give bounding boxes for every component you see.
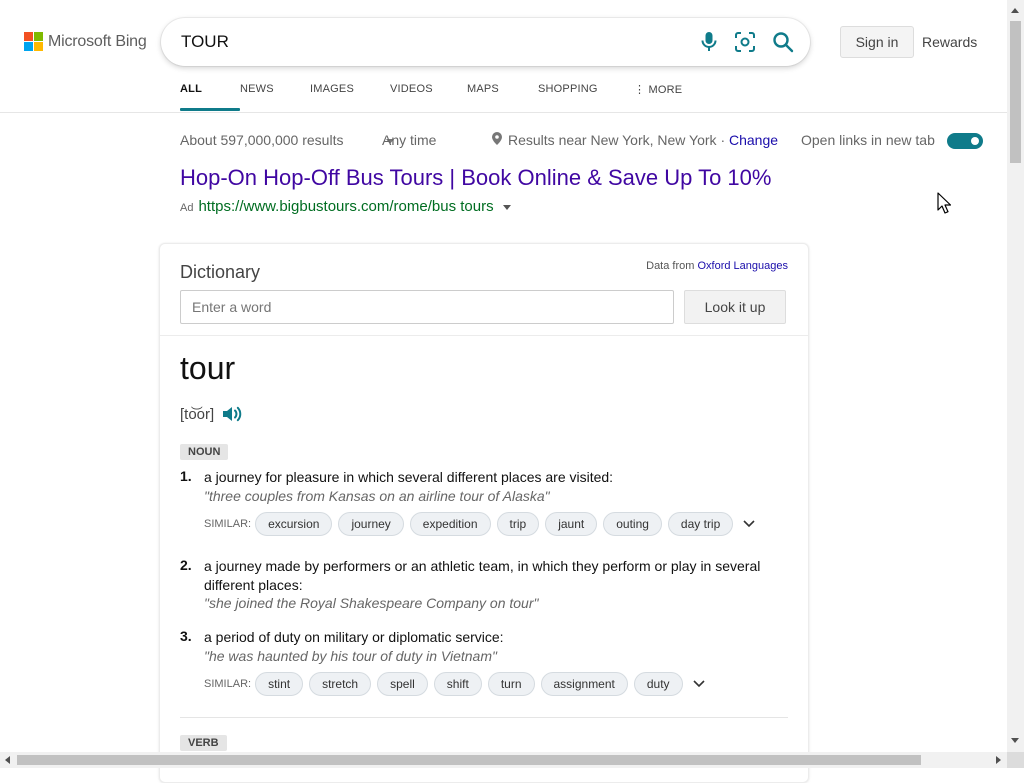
oxford-languages-link[interactable]: Oxford Languages <box>697 260 788 272</box>
logo-text: Microsoft Bing <box>48 32 147 50</box>
new-tab-toggle[interactable] <box>947 133 983 149</box>
tab-more[interactable]: ⋮ MORE <box>634 83 694 113</box>
dictionary-source: Data from Oxford Languages <box>646 260 788 272</box>
microphone-icon[interactable] <box>697 30 721 54</box>
location-pin-icon <box>492 132 502 148</box>
definition-number: 3. <box>180 628 192 644</box>
header-bar: Microsoft Bing TOUR Sign in Rewards ALL … <box>0 0 1007 113</box>
time-filter-label: Any time <box>382 132 437 148</box>
similar-chip[interactable]: outing <box>603 512 662 536</box>
definition-text: a journey made by performers or an athle… <box>204 558 761 593</box>
mouse-cursor-icon <box>937 192 952 219</box>
similar-chip[interactable]: turn <box>487 672 535 696</box>
search-box[interactable]: TOUR <box>161 18 810 66</box>
time-filter-dropdown[interactable]: Any time <box>382 132 436 148</box>
definition-text: a journey for pleasure in which several … <box>204 469 614 485</box>
vertical-scrollbar[interactable] <box>1007 0 1024 752</box>
speaker-icon[interactable] <box>222 405 242 423</box>
similar-words-1: SIMILAR: excursion journey expedition tr… <box>204 512 755 536</box>
definition-example: "he was haunted by his tour of duty in V… <box>204 648 497 664</box>
dictionary-word-input[interactable] <box>180 290 674 324</box>
ad-badge: Ad <box>180 202 194 214</box>
ad-url[interactable]: Ad https://www.bigbustours.com/rome/bus t… <box>180 198 511 215</box>
headword: tour <box>180 350 236 386</box>
verb-label: VERB <box>180 735 227 751</box>
scroll-right-arrow-icon[interactable] <box>996 756 1001 764</box>
similar-chip[interactable]: stretch <box>309 672 372 696</box>
search-input[interactable]: TOUR <box>181 32 229 52</box>
sign-in-button[interactable]: Sign in <box>840 26 914 58</box>
result-count: About 597,000,000 results <box>180 132 344 148</box>
source-prefix: Data from <box>646 260 695 272</box>
similar-chip[interactable]: excursion <box>255 512 333 536</box>
dictionary-header: Dictionary Data from Oxford Languages Lo… <box>160 244 808 336</box>
horizontal-scrollbar[interactable] <box>0 752 1007 768</box>
tab-shopping[interactable]: SHOPPING <box>538 83 634 113</box>
similar-chip[interactable]: journey <box>338 512 404 536</box>
similar-label: SIMILAR: <box>204 678 252 690</box>
tab-videos[interactable]: VIDEOS <box>390 83 467 113</box>
ad-url-text: https://www.bigbustours.com/rome/bus tou… <box>198 198 494 215</box>
look-it-up-button[interactable]: Look it up <box>684 290 786 324</box>
scroll-left-arrow-icon[interactable] <box>5 756 10 764</box>
similar-chip[interactable]: spell <box>377 672 428 696</box>
similar-chip[interactable]: jaunt <box>545 512 598 536</box>
similar-chip[interactable]: expedition <box>409 512 491 536</box>
tab-maps[interactable]: MAPS <box>467 83 538 113</box>
tab-news[interactable]: NEWS <box>240 83 310 113</box>
dictionary-card: Dictionary Data from Oxford Languages Lo… <box>159 243 809 783</box>
similar-chip[interactable]: stint <box>255 672 304 696</box>
search-icon[interactable] <box>771 30 795 54</box>
chevron-down-icon[interactable] <box>692 680 705 688</box>
definition-number: 2. <box>180 557 192 573</box>
change-location-link[interactable]: Change <box>729 132 778 148</box>
new-tab-label: Open links in new tab <box>801 132 935 148</box>
similar-words-3: SIMILAR: stint stretch spell shift turn … <box>204 672 705 696</box>
similar-chip[interactable]: duty <box>633 672 683 696</box>
dictionary-title: Dictionary <box>180 262 261 282</box>
search-tabs: ALL NEWS IMAGES VIDEOS MAPS SHOPPING ⋮ M… <box>180 83 694 113</box>
similar-chip[interactable]: day trip <box>667 512 734 536</box>
bing-logo[interactable]: Microsoft Bing <box>24 32 147 51</box>
definition-example: "three couples from Kansas on an airline… <box>204 488 550 504</box>
tab-images[interactable]: IMAGES <box>310 83 390 113</box>
caret-down-icon[interactable] <box>502 204 511 210</box>
noun-label: NOUN <box>180 444 229 460</box>
definition-number: 1. <box>180 468 192 484</box>
results-meta-bar: About 597,000,000 results Any time Resul… <box>180 132 990 150</box>
microsoft-logo-icon <box>24 32 43 51</box>
scrollbar-corner <box>1007 752 1024 768</box>
location-text: Results near New York, New York · <box>508 132 726 148</box>
similar-chip[interactable]: shift <box>433 672 482 696</box>
divider <box>180 717 788 718</box>
similar-chip[interactable]: assignment <box>540 672 628 696</box>
scroll-up-arrow-icon[interactable] <box>1011 8 1019 13</box>
horizontal-scroll-thumb[interactable] <box>17 755 921 765</box>
similar-label: SIMILAR: <box>204 518 252 530</box>
tab-all[interactable]: ALL <box>180 83 240 113</box>
similar-chip[interactable]: trip <box>496 512 540 536</box>
vertical-scroll-thumb[interactable] <box>1010 21 1021 163</box>
chevron-down-icon[interactable] <box>743 520 755 528</box>
definition-example: "she joined the Royal Shakespeare Compan… <box>204 595 539 611</box>
definition-text: a period of duty on military or diplomat… <box>204 629 504 645</box>
pronunciation-text: [to͝or] <box>180 405 215 423</box>
rewards-link[interactable]: Rewards <box>922 34 977 50</box>
scroll-down-arrow-icon[interactable] <box>1011 738 1019 743</box>
ad-title-link[interactable]: Hop-On Hop-Off Bus Tours | Book Online &… <box>180 165 771 191</box>
visual-search-icon[interactable] <box>733 30 757 54</box>
pronunciation: [to͝or] <box>180 405 242 423</box>
